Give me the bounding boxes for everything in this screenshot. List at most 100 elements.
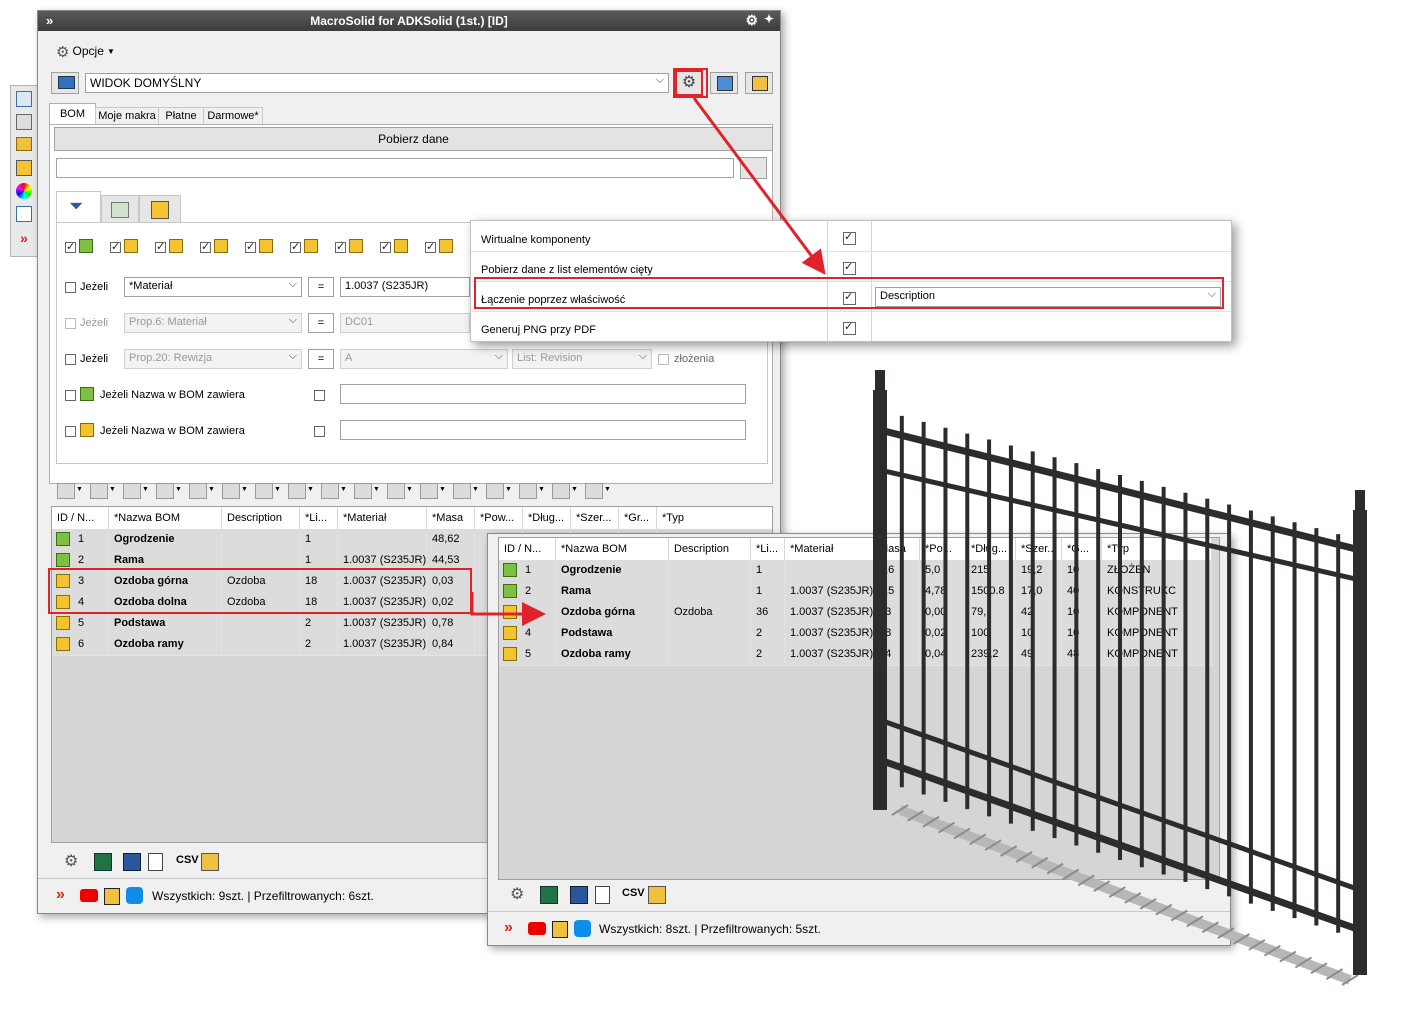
column-header[interactable]: *Typ <box>657 507 772 529</box>
column-header[interactable]: ID / N... <box>499 538 556 560</box>
search-options-button[interactable] <box>740 157 767 179</box>
filter1-operator[interactable]: = <box>308 277 334 297</box>
column-header[interactable]: *Dług... <box>523 507 571 529</box>
column-header[interactable]: Description <box>222 507 300 529</box>
search-input[interactable] <box>56 158 734 178</box>
filter3-operator[interactable]: = <box>308 349 334 369</box>
assemblies-checkbox[interactable] <box>658 354 669 365</box>
book-icon[interactable] <box>104 888 120 905</box>
appearance-icon[interactable] <box>16 183 32 199</box>
name-filter2-checkbox[interactable] <box>65 426 76 437</box>
csv-button[interactable]: CSV <box>622 887 645 899</box>
macro-icon[interactable] <box>519 483 537 499</box>
column-header[interactable]: *Pow... <box>475 507 523 529</box>
pin-icon[interactable]: ✦ <box>764 12 774 26</box>
type-part-checkbox[interactable] <box>110 240 121 253</box>
word-icon[interactable] <box>123 853 141 871</box>
clipboard-icon[interactable] <box>201 853 219 871</box>
sort-icon[interactable] <box>156 483 174 499</box>
gear-icon[interactable]: ⚙ <box>510 884 524 904</box>
macrosolid-icon[interactable]: » <box>56 886 65 904</box>
column-header[interactable]: Description <box>669 538 751 560</box>
excel-icon[interactable] <box>94 853 112 871</box>
column-header[interactable]: *Nazwa BOM <box>556 538 669 560</box>
type-fastener-checkbox[interactable] <box>380 240 391 253</box>
tab-darmowe[interactable]: Darmowe* <box>203 107 263 125</box>
settings-icon[interactable] <box>57 483 75 499</box>
filter3-property-select[interactable]: Prop.20: Rewizja ⌵ <box>124 349 302 369</box>
filter1-checkbox[interactable] <box>65 282 76 293</box>
setting-checkbox[interactable] <box>843 230 856 245</box>
options-menu[interactable]: ⚙ Opcje ▼ <box>56 43 115 61</box>
column-header[interactable]: *Gr... <box>619 507 657 529</box>
gear-parts-icon[interactable] <box>255 483 273 499</box>
tab-filter[interactable]: ⏷ <box>56 191 101 224</box>
type-purchased-checkbox[interactable] <box>425 240 436 253</box>
filter2-checkbox[interactable] <box>65 318 76 329</box>
name-filter2-input[interactable] <box>340 420 746 440</box>
document-icon[interactable] <box>148 853 163 871</box>
move-icon[interactable] <box>189 483 207 499</box>
import-view-button[interactable] <box>745 72 773 94</box>
export-view-button[interactable] <box>710 72 738 94</box>
tab-moje-makra[interactable]: Moje makra <box>95 107 159 125</box>
view-select[interactable]: WIDOK DOMYŚLNY ⌵ <box>85 73 669 93</box>
gear-icon[interactable]: ⚙ <box>64 851 78 871</box>
filter3-checkbox[interactable] <box>65 354 76 365</box>
excel-icon[interactable] <box>540 886 558 904</box>
filter2-property-select[interactable]: Prop.6: Materiał ⌵ <box>124 313 302 333</box>
tab-grouping[interactable] <box>139 195 181 224</box>
columns-icon[interactable] <box>123 483 141 499</box>
filter2-value-input[interactable]: DC01 <box>340 313 470 333</box>
type-beam-checkbox[interactable] <box>335 240 346 253</box>
column-header[interactable]: ID / N... <box>52 507 109 529</box>
column-header[interactable]: *Nazwa BOM <box>109 507 222 529</box>
filter1-value-input[interactable]: 1.0037 (S235JR) <box>340 277 470 297</box>
teamviewer-icon[interactable] <box>574 920 591 937</box>
run-icon[interactable] <box>486 483 504 499</box>
monitor-button[interactable] <box>51 72 79 94</box>
tab-bom[interactable]: BOM <box>49 103 96 125</box>
export-icon[interactable] <box>222 483 240 499</box>
qr-icon[interactable] <box>420 483 438 499</box>
word-icon[interactable] <box>570 886 588 904</box>
tab-columns[interactable] <box>101 195 139 224</box>
column-header[interactable]: *Szer... <box>571 507 619 529</box>
type-sheetmetal-checkbox[interactable] <box>155 240 166 253</box>
fetch-data-button[interactable]: Pobierz dane <box>54 127 773 151</box>
name-filter1-not-checkbox[interactable] <box>314 390 325 401</box>
macrosolid-icon[interactable]: » <box>16 231 32 247</box>
filter1-property-select[interactable]: *Materiał ⌵ <box>124 277 302 297</box>
column-header[interactable]: *Masa <box>427 507 475 529</box>
paste-icon[interactable] <box>354 483 372 499</box>
book-icon[interactable] <box>552 921 568 938</box>
clipboard-icon[interactable] <box>648 886 666 904</box>
warning-icon[interactable] <box>288 483 306 499</box>
csv-button[interactable]: CSV <box>176 854 199 866</box>
type-multibody-checkbox[interactable] <box>245 240 256 253</box>
setting-checkbox[interactable] <box>843 260 856 275</box>
column-header[interactable]: *Li... <box>300 507 338 529</box>
type-profile-checkbox[interactable] <box>290 240 301 253</box>
view-palette-icon[interactable] <box>16 160 32 176</box>
document-icon[interactable] <box>595 886 610 904</box>
column-header[interactable]: *Li... <box>751 538 785 560</box>
camera-icon[interactable] <box>387 483 405 499</box>
save-icon[interactable] <box>90 483 108 499</box>
name-filter1-input[interactable] <box>340 384 746 404</box>
youtube-icon[interactable] <box>528 922 546 935</box>
filter3-list-select[interactable]: List: Revision ⌵ <box>512 349 652 369</box>
home-icon[interactable] <box>16 91 32 107</box>
name-filter2-not-checkbox[interactable] <box>314 426 325 437</box>
tab-platne[interactable]: Płatne <box>158 107 204 125</box>
properties-icon[interactable] <box>16 206 32 222</box>
teamviewer-icon[interactable] <box>126 887 143 904</box>
type-assembly-checkbox[interactable] <box>65 240 76 253</box>
part-icon[interactable] <box>16 114 32 130</box>
gear-icon[interactable]: ⚙ <box>745 12 758 29</box>
filter2-operator[interactable]: = <box>308 313 334 333</box>
name-filter1-checkbox[interactable] <box>65 390 76 401</box>
setting-checkbox[interactable] <box>843 320 856 335</box>
folder-icon[interactable] <box>16 137 32 151</box>
type-weldment-checkbox[interactable] <box>200 240 211 253</box>
